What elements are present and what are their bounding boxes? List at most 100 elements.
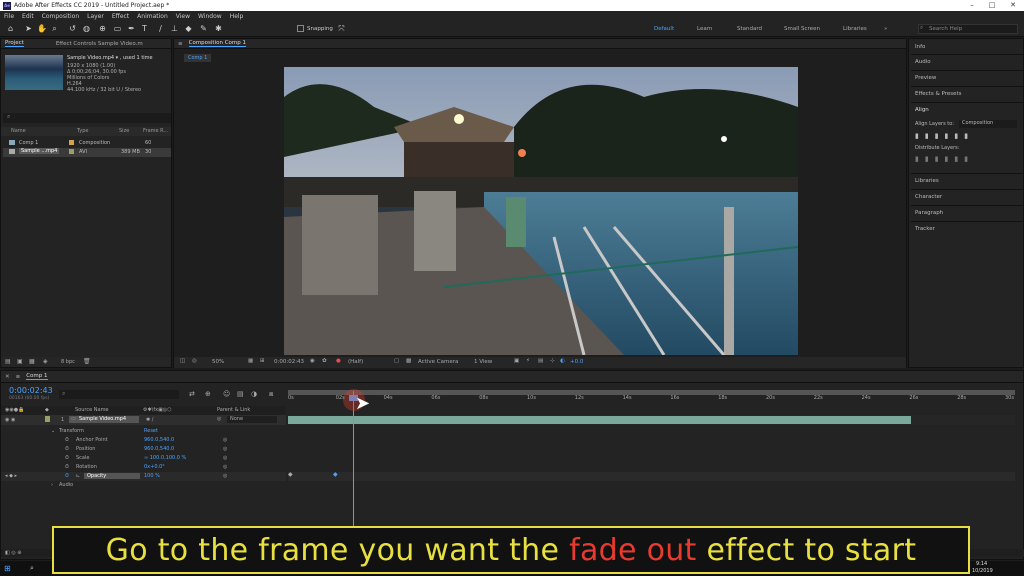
layer-row[interactable]: ◉ ◉ 1 Sample Video.mp4 ▭ ✱ / ◎ None bbox=[1, 415, 286, 425]
menu-layer[interactable]: Layer bbox=[83, 13, 108, 20]
layer-duration-bar[interactable] bbox=[288, 416, 912, 424]
fast-previews-icon[interactable]: ⚡ bbox=[526, 358, 530, 364]
camera-tool-icon[interactable]: ◍ bbox=[82, 24, 91, 33]
bpc-label[interactable]: 8 bpc bbox=[61, 359, 75, 365]
graph-editor-icon[interactable]: ⧈ bbox=[269, 390, 273, 399]
roto-brush-tool-icon[interactable]: ✎ bbox=[199, 24, 208, 33]
type-tool-icon[interactable]: T bbox=[140, 24, 149, 33]
close-tab-icon[interactable]: ✕ bbox=[5, 374, 10, 380]
maximize-icon[interactable]: □ bbox=[982, 0, 1002, 11]
layer-switches[interactable]: ✱ / bbox=[146, 417, 153, 423]
stopwatch-icon[interactable]: ⏱ bbox=[65, 437, 69, 443]
always-preview-icon[interactable]: ◫ bbox=[180, 358, 185, 364]
col-name[interactable]: Name bbox=[11, 128, 26, 134]
clone-stamp-tool-icon[interactable]: ⊥ bbox=[170, 24, 179, 33]
home-icon[interactable]: ⌂ bbox=[6, 24, 15, 33]
comp-mini-flowchart-icon[interactable]: ⇄ bbox=[189, 390, 195, 398]
transform-expand-icon[interactable]: ⌄ bbox=[51, 428, 55, 434]
search-help-input[interactable]: Search Help bbox=[918, 24, 1018, 34]
workspace-libraries[interactable]: Libraries bbox=[843, 26, 867, 32]
panel-audio[interactable]: Audio bbox=[915, 59, 931, 65]
motion-blur-icon[interactable]: ◑ bbox=[251, 390, 257, 398]
menu-animation[interactable]: Animation bbox=[133, 13, 172, 20]
tab-composition[interactable]: Composition Comp 1 bbox=[188, 40, 247, 47]
transparency-grid-icon[interactable]: ▩ bbox=[406, 358, 411, 364]
brush-tool-icon[interactable]: ∕ bbox=[156, 24, 165, 33]
toggle-switches-icon[interactable]: ◧ ◎ ⊕ bbox=[5, 550, 21, 556]
clock-time[interactable]: 9:14 bbox=[976, 561, 987, 567]
project-search-input[interactable]: ⌕ bbox=[3, 113, 171, 123]
keyframe-icon[interactable]: ◆ bbox=[288, 471, 293, 478]
audio-expand-icon[interactable]: › bbox=[51, 482, 53, 488]
snapping-checkbox[interactable] bbox=[297, 25, 304, 32]
transform-label[interactable]: Transform bbox=[59, 428, 84, 434]
stopwatch-icon[interactable]: ⏱ bbox=[65, 446, 69, 452]
exposure-value[interactable]: +0.0 bbox=[570, 359, 583, 365]
tab-effect-controls[interactable]: Effect Controls Sample Video.m bbox=[56, 41, 143, 47]
pickwhip-icon[interactable]: ◎ bbox=[223, 455, 227, 461]
prop-opacity-value[interactable]: 100 % bbox=[144, 473, 160, 479]
pickwhip-icon[interactable]: ◎ bbox=[223, 464, 227, 470]
project-item-comp[interactable]: Comp 1 Composition 60 bbox=[3, 139, 171, 148]
menu-view[interactable]: View bbox=[172, 13, 194, 20]
minimize-icon[interactable]: – bbox=[962, 0, 982, 11]
zoom-tool-icon[interactable]: ⌕ bbox=[50, 24, 59, 33]
timeline-current-time[interactable]: 0:00:02:43 bbox=[9, 386, 53, 395]
menu-help[interactable]: Help bbox=[226, 13, 248, 20]
menu-file[interactable]: File bbox=[0, 13, 18, 20]
snapshot-icon[interactable]: ◉ bbox=[310, 358, 315, 364]
stopwatch-icon[interactable]: ⏱ bbox=[65, 464, 69, 470]
align-to-select[interactable]: Composition bbox=[959, 120, 1017, 128]
windows-start-icon[interactable]: ⊞ bbox=[4, 564, 11, 573]
panel-preview[interactable]: Preview bbox=[915, 75, 936, 81]
distribute-buttons-row[interactable]: ▮▮▮▮▮▮ bbox=[915, 155, 974, 163]
pickwhip-icon[interactable]: ◎ bbox=[223, 473, 227, 479]
magnification-select[interactable]: 50% bbox=[212, 359, 224, 365]
menu-effect[interactable]: Effect bbox=[108, 13, 133, 20]
workspace-learn[interactable]: Learn bbox=[697, 26, 712, 32]
puppet-pin-tool-icon[interactable]: ✱ bbox=[214, 24, 223, 33]
shy-layers-icon[interactable]: ☺ bbox=[223, 390, 230, 398]
audio-label[interactable]: Audio bbox=[59, 482, 73, 488]
new-composition-icon[interactable]: ▦ bbox=[29, 358, 35, 365]
prop-position-value[interactable]: 960.0,540.0 bbox=[144, 446, 174, 452]
new-folder-icon[interactable]: ▣ bbox=[17, 358, 23, 365]
workspace-default[interactable]: Default bbox=[654, 26, 674, 32]
exposure-icon[interactable]: ◐ bbox=[560, 358, 565, 364]
visibility-icon[interactable]: ◉ ◉ bbox=[5, 417, 15, 423]
resolution-select[interactable]: (Half) bbox=[348, 359, 363, 365]
mask-visibility-icon[interactable]: ◎ bbox=[192, 358, 197, 364]
keyframe-icon[interactable]: ◆ bbox=[333, 471, 338, 478]
grid-icon[interactable]: ⊞ bbox=[260, 358, 265, 364]
workspace-menu-icon[interactable]: » bbox=[884, 26, 887, 32]
frame-blending-icon[interactable]: ▤ bbox=[237, 390, 244, 398]
interpret-footage-icon[interactable]: ▤ bbox=[5, 358, 11, 365]
timeline-icon[interactable]: ▤ bbox=[538, 358, 543, 364]
prop-anchor-point-value[interactable]: 960.0,540.0 bbox=[144, 437, 174, 443]
timeline-search-input[interactable]: ⌕ bbox=[59, 390, 179, 399]
panel-effects-presets[interactable]: Effects & Presets bbox=[915, 91, 962, 97]
region-of-interest-icon[interactable]: ▢ bbox=[394, 358, 399, 364]
pickwhip-icon[interactable]: ◎ bbox=[217, 416, 221, 422]
stopwatch-icon[interactable]: ⏱ bbox=[65, 455, 69, 461]
panel-tracker[interactable]: Tracker bbox=[915, 226, 935, 232]
channel-icon[interactable]: ✿ bbox=[322, 358, 327, 364]
toggle-pixel-aspect-icon[interactable]: ▣ bbox=[514, 358, 519, 364]
layer-name[interactable]: Sample Video.mp4 bbox=[69, 416, 139, 423]
col-type[interactable]: Type bbox=[77, 128, 88, 134]
parent-link-header[interactable]: Parent & Link bbox=[217, 407, 250, 413]
snap-options-icon[interactable]: ⤧ bbox=[337, 24, 346, 33]
parent-select[interactable]: None bbox=[227, 416, 277, 423]
transform-reset[interactable]: Reset bbox=[144, 428, 158, 434]
pan-behind-tool-icon[interactable]: ⊕ bbox=[98, 24, 107, 33]
close-icon[interactable]: ✕ bbox=[1003, 0, 1023, 11]
keyframe-navigator[interactable]: ◂ ◆ ▸ bbox=[5, 473, 17, 479]
comp-breadcrumb[interactable]: Comp 1 bbox=[184, 54, 212, 62]
eraser-tool-icon[interactable]: ◆ bbox=[184, 24, 193, 33]
panel-align[interactable]: Align bbox=[915, 107, 929, 113]
col-size[interactable]: Size bbox=[119, 128, 129, 134]
selection-tool-icon[interactable]: ➤ bbox=[24, 24, 33, 33]
flowchart-icon[interactable]: ⊹ bbox=[550, 358, 555, 364]
rotate-tool-icon[interactable]: ↺ bbox=[68, 24, 77, 33]
panel-menu-icon[interactable]: ≡ bbox=[178, 41, 183, 47]
